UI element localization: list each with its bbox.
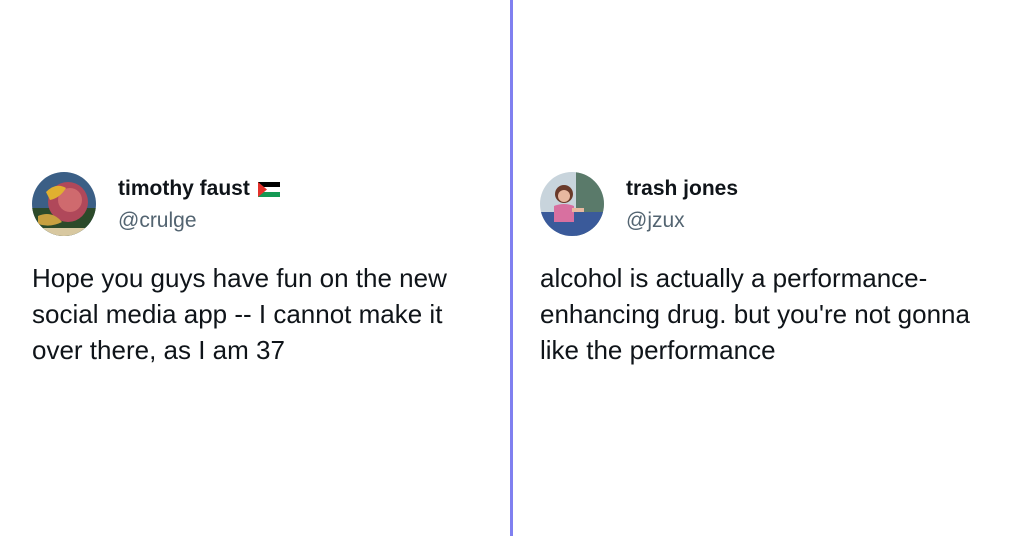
tweet-header: trash jones @jzux xyxy=(540,172,1010,238)
handle[interactable]: @crulge xyxy=(118,208,280,234)
panel-divider xyxy=(510,0,513,536)
tweet-header: timothy faust @crulge xyxy=(32,172,502,238)
display-name[interactable]: trash jones xyxy=(626,176,738,202)
palestine-flag-icon xyxy=(257,181,280,197)
display-name-text: trash jones xyxy=(626,177,739,200)
tweet-text: alcohol is actually a performance- enhan… xyxy=(540,263,970,365)
avatar[interactable] xyxy=(32,172,96,236)
tweet-card-right[interactable]: trash jones @jzux alcohol is actually a … xyxy=(540,172,1010,368)
display-name-text: timothy faust xyxy=(118,177,250,200)
display-name[interactable]: timothy faust xyxy=(118,176,280,202)
handle[interactable]: @jzux xyxy=(626,208,738,234)
tweet-text: Hope you guys have fun on the new social… xyxy=(32,263,447,365)
tweet-card-left[interactable]: timothy faust @crulge Hope you guys have… xyxy=(32,172,502,368)
avatar[interactable] xyxy=(540,172,604,236)
